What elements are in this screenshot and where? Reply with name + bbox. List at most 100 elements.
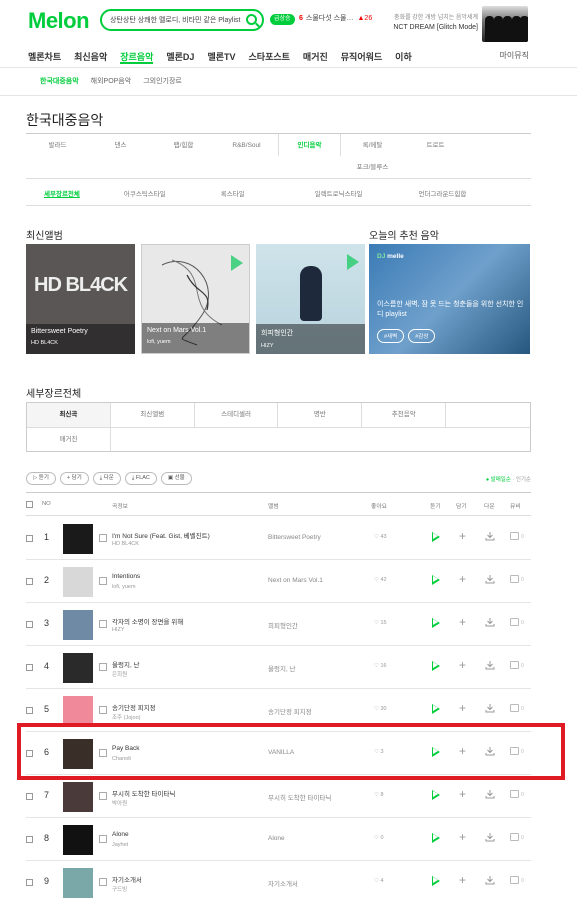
add-icon[interactable]: + xyxy=(459,831,466,843)
nav-magazine[interactable]: 매거진 xyxy=(303,50,328,64)
download-icon[interactable] xyxy=(485,660,495,670)
song-info-icon[interactable] xyxy=(99,620,107,628)
mv-icon[interactable] xyxy=(510,790,519,798)
song-artist[interactable]: lofi, yuem xyxy=(112,584,136,590)
tab-latest-songs[interactable]: 최신곡 xyxy=(27,403,111,427)
add-icon[interactable]: + xyxy=(459,702,466,714)
like-button[interactable]: ♡ 43 xyxy=(374,534,387,540)
row-checkbox[interactable] xyxy=(26,621,33,628)
like-button[interactable]: ♡ 42 xyxy=(374,577,387,583)
promo-banner-text[interactable]: 충화를 강한 개방 넘치는 음악세계 NCT DREAM [Glitch Mod… xyxy=(392,14,478,32)
select-all-checkbox[interactable] xyxy=(26,501,33,510)
row-checkbox[interactable] xyxy=(26,879,33,886)
genre-trot[interactable]: 트로트 xyxy=(404,134,467,157)
sort-popular[interactable]: 인기순 xyxy=(516,477,531,483)
subnav-pop[interactable]: 해외POP음악 xyxy=(91,76,132,86)
nav-latest[interactable]: 최신음악 xyxy=(74,50,107,64)
like-button[interactable]: ♡ 0 xyxy=(374,835,384,841)
tab-classic[interactable]: 명반 xyxy=(278,403,363,427)
song-artist[interactable]: 박아원 xyxy=(112,799,127,807)
add-icon[interactable]: + xyxy=(459,788,466,800)
mv-icon[interactable] xyxy=(510,618,519,626)
nav-genre[interactable]: 장르음악 xyxy=(120,50,154,64)
mv-icon[interactable] xyxy=(510,833,519,841)
mv-icon[interactable] xyxy=(510,532,519,540)
subnav-others[interactable]: 그외인기장르 xyxy=(143,76,182,86)
download-icon[interactable] xyxy=(485,574,495,584)
play-icon[interactable] xyxy=(432,704,440,714)
genre-rnb[interactable]: R&B/Soul xyxy=(215,134,278,157)
nav-tv[interactable]: 멜론TV xyxy=(207,50,235,64)
download-icon[interactable] xyxy=(485,789,495,799)
play-icon[interactable] xyxy=(432,790,440,800)
row-checkbox[interactable] xyxy=(26,707,33,714)
song-info-icon[interactable] xyxy=(99,706,107,714)
search-input[interactable]: 상탄상탄 상쾌한 멜로디, 비타민 같은 Playlist xyxy=(100,9,264,31)
song-album[interactable]: 송기단정 피지정 xyxy=(268,706,312,716)
download-icon[interactable] xyxy=(485,875,495,885)
add-icon[interactable]: + xyxy=(459,573,466,585)
subnav-korean[interactable]: 한국대중음악 xyxy=(40,76,79,86)
dj-tag[interactable]: #감성 xyxy=(408,329,436,343)
song-title[interactable]: Alone xyxy=(112,831,129,838)
subgenre-electronic[interactable]: 일렉트로닉스타일 xyxy=(315,184,363,205)
play-icon[interactable] xyxy=(347,254,359,270)
add-icon[interactable]: + xyxy=(459,530,466,542)
genre-dance[interactable]: 댄스 xyxy=(89,134,152,157)
song-title[interactable]: 무시히 도착한 타이타닉 xyxy=(112,788,175,798)
song-album[interactable]: Bittersweet Poetry xyxy=(268,534,321,541)
genre-folk[interactable]: 포크/블루스 xyxy=(341,157,404,179)
play-icon[interactable] xyxy=(432,833,440,843)
mv-icon[interactable] xyxy=(510,575,519,583)
download-icon[interactable] xyxy=(485,531,495,541)
mv-icon[interactable] xyxy=(510,704,519,712)
nav-award[interactable]: 뮤직어워드 xyxy=(341,50,382,64)
table-row[interactable]: 7 무시히 도착한 타이타닉 박아원 무시히 도착한 타이타닉 ♡ 8 +0 xyxy=(26,775,531,818)
download-all-button[interactable]: ⤓ 다운 xyxy=(92,472,121,485)
album-thumbnail[interactable] xyxy=(63,653,93,683)
play-icon[interactable] xyxy=(432,661,440,671)
tab-magazine[interactable]: 매거진 xyxy=(27,428,111,451)
genre-indie[interactable]: 인디음악 xyxy=(278,134,341,157)
play-icon[interactable] xyxy=(432,532,440,542)
like-button[interactable]: ♡ 16 xyxy=(374,663,387,669)
song-title[interactable]: 각자의 소명이 장면을 위해 xyxy=(112,616,183,626)
song-title[interactable]: I'm Not Sure (Feat. Gist, 베벨진트) xyxy=(112,530,210,540)
search-icon[interactable] xyxy=(246,14,257,25)
album-thumbnail[interactable] xyxy=(63,825,93,855)
download-icon[interactable] xyxy=(485,617,495,627)
song-artist[interactable]: 조주 (Jojoo) xyxy=(112,713,140,721)
table-row[interactable]: 1 I'm Not Sure (Feat. Gist, 베벨진트) HD BL4CK… xyxy=(26,517,531,560)
song-info-icon[interactable] xyxy=(99,792,107,800)
song-album[interactable]: 무시히 도착한 타이타닉 xyxy=(268,792,331,802)
play-icon[interactable] xyxy=(432,618,440,628)
song-info-icon[interactable] xyxy=(99,534,107,542)
tab-recommend[interactable]: 추천음악 xyxy=(362,403,447,427)
row-checkbox[interactable] xyxy=(26,793,33,800)
song-artist[interactable]: 구드빙 xyxy=(112,885,127,893)
song-album[interactable]: 자기소개서 xyxy=(268,878,298,888)
row-checkbox[interactable] xyxy=(26,664,33,671)
album-thumbnail[interactable] xyxy=(63,610,93,640)
song-title[interactable]: Intentions xyxy=(112,573,140,580)
subgenre-rock[interactable]: 록스타일 xyxy=(221,184,245,205)
song-album[interactable]: Alone xyxy=(268,835,285,842)
trending-chart-item[interactable]: 6 스물다섯 스물… ▲26 xyxy=(299,13,372,23)
song-album[interactable]: Next on Mars Vol.1 xyxy=(268,577,323,584)
row-checkbox[interactable] xyxy=(26,578,33,585)
nav-dj[interactable]: 멜론DJ xyxy=(166,50,194,64)
flac-button[interactable]: ⤓ FLAC xyxy=(124,472,157,485)
album-thumbnail[interactable] xyxy=(63,567,93,597)
song-info-icon[interactable] xyxy=(99,577,107,585)
album-card[interactable]: Next on Mars Vol.1 lofi, yuem xyxy=(141,244,250,354)
add-icon[interactable]: + xyxy=(459,616,466,628)
row-checkbox[interactable] xyxy=(26,836,33,843)
like-button[interactable]: ♡ 30 xyxy=(374,706,387,712)
song-album[interactable]: 희피형인간 xyxy=(268,620,298,630)
add-icon[interactable]: + xyxy=(459,874,466,886)
song-title[interactable]: 자기소개서 xyxy=(112,874,142,884)
melon-logo[interactable]: Melon xyxy=(28,8,90,34)
dj-tag[interactable]: #새벽 xyxy=(377,329,405,343)
table-row[interactable]: 9 자기소개서 구드빙 자기소개서 ♡ 4 +0 xyxy=(26,861,531,900)
album-thumbnail[interactable] xyxy=(63,696,93,726)
